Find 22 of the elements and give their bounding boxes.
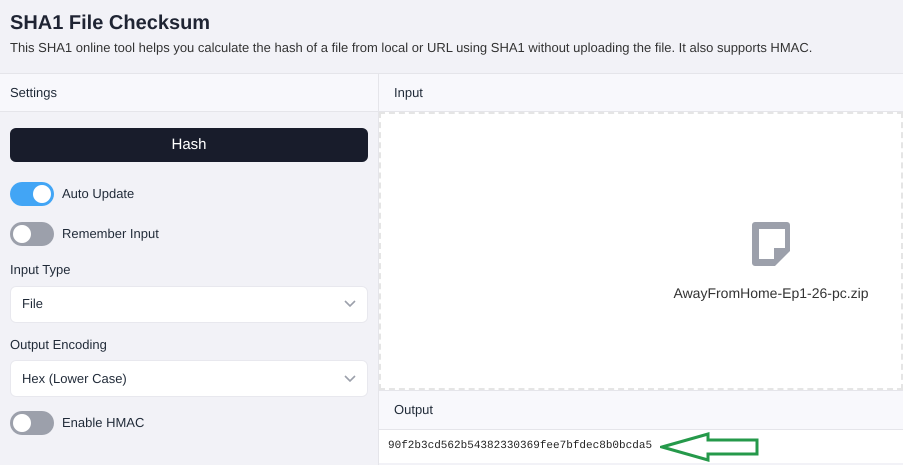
hash-button[interactable]: Hash (10, 128, 368, 162)
section-heading: Settings (10, 84, 57, 102)
chevron-icon (344, 300, 356, 308)
toggle-label: Auto Update (62, 185, 134, 204)
select-dropdown[interactable]: File (10, 286, 368, 322)
file-drop-area[interactable]: AwayFromHome-Ep1-26-pc.zip (379, 112, 903, 390)
field-label: Input Type (10, 261, 72, 279)
select-dropdown[interactable]: Hex (Lower Case) (10, 360, 368, 397)
arrow-icon (660, 432, 760, 462)
toggle-switch[interactable] (10, 182, 54, 206)
field-label: Output Encoding (10, 336, 108, 354)
section-heading: Input (394, 84, 423, 102)
hash-output: 90f2b3cd562b54382330369fee7bfdec8b0bcda5 (388, 439, 652, 454)
file-name: AwayFromHome-Ep1-26-pc.zip (673, 284, 869, 303)
toggle-label: Enable HMAC (62, 414, 144, 432)
section-heading: Output (394, 401, 434, 420)
page-title: SHA1 File Checksum (10, 11, 212, 36)
toggle-switch[interactable] (10, 411, 54, 435)
page-description: This SHA1 online tool helps you calculate the hash of a file from local or URL using SHA1 without uploading the file. It also supports HMAC. (10, 39, 814, 57)
toggle-label: Remember Input (62, 225, 159, 244)
toggle-switch[interactable] (10, 222, 54, 246)
chevron-icon (344, 374, 356, 382)
